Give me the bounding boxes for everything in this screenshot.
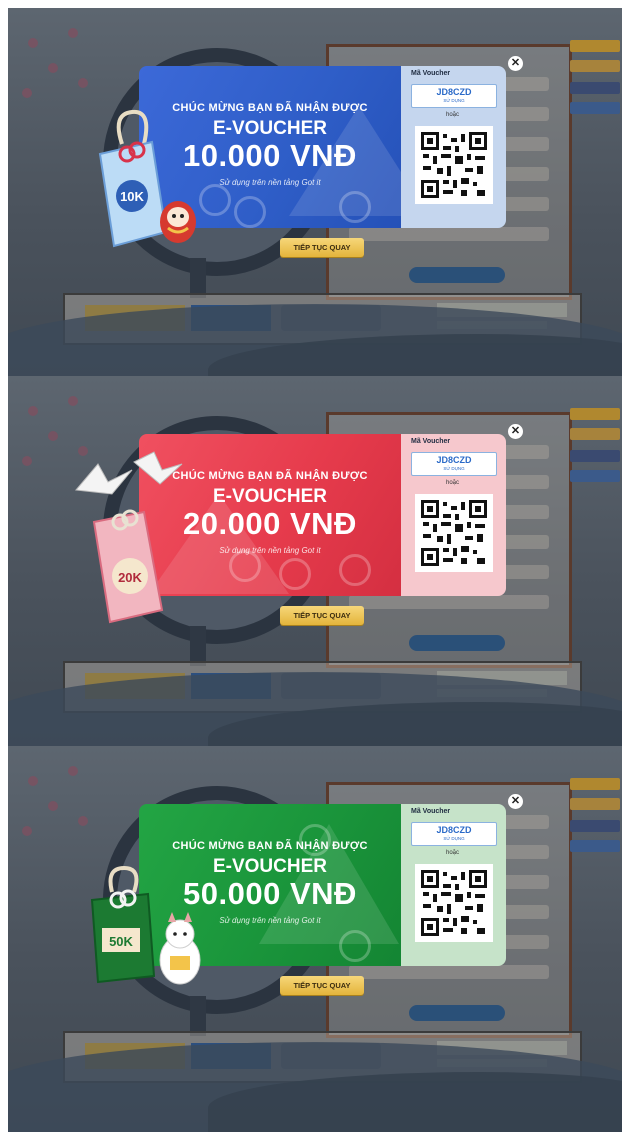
omamori-charm-10k: 10K	[98, 109, 196, 248]
voucher-code: JD8CZD	[436, 825, 472, 835]
flag	[570, 470, 620, 482]
code-label: Mã Voucher	[411, 70, 451, 77]
voucher-code-box[interactable]: JD8CZD SỬ DỤNG	[411, 84, 497, 108]
voucher-code-box[interactable]: JD8CZD SỬ DỤNG	[411, 452, 497, 476]
or-text: hoặc	[446, 112, 460, 118]
flag	[570, 798, 620, 810]
flag	[570, 102, 620, 114]
flag	[570, 82, 620, 94]
flower-pattern	[339, 554, 371, 586]
wheel-stand	[190, 996, 206, 1036]
voucher-code-panel: Mã Voucher JD8CZD SỬ DỤNG hoặc	[401, 434, 506, 596]
reward-popup-screen-20k: CHÚC MỪNG BẠN ĐÃ NHẬN ĐƯỢC E-VOUCHER 20.…	[8, 376, 622, 762]
continue-spin-button[interactable]: TIẾP TỤC QUAY	[280, 976, 364, 995]
flower-pattern	[234, 196, 266, 228]
use-code-text: SỬ DỤNG	[443, 466, 465, 471]
close-button[interactable]: ✕	[508, 56, 523, 71]
omamori-charm-50k: 50K	[90, 865, 201, 985]
qr-code-icon	[421, 500, 487, 566]
close-icon: ✕	[510, 425, 521, 437]
code-label: Mã Voucher	[411, 808, 451, 815]
flag	[570, 428, 620, 440]
flag	[570, 60, 620, 72]
voucher-code: JD8CZD	[436, 87, 472, 97]
flag	[570, 840, 620, 852]
qr-code-icon	[421, 870, 487, 936]
qr-code	[415, 864, 493, 942]
flag	[570, 450, 620, 462]
or-text: hoặc	[446, 480, 460, 486]
voucher-code: JD8CZD	[436, 455, 472, 465]
reward-popup-screen-10k: CHÚC MỪNG BẠN ĐÃ NHẬN ĐƯỢC E-VOUCHER 10.…	[8, 8, 622, 394]
flag	[570, 820, 620, 832]
flower-pattern	[199, 184, 231, 216]
or-text: hoặc	[446, 850, 460, 856]
close-icon: ✕	[510, 795, 521, 807]
flag	[570, 408, 620, 420]
qr-code	[415, 494, 493, 572]
voucher-code-box[interactable]: JD8CZD SỬ DỤNG	[411, 822, 497, 846]
code-label: Mã Voucher	[411, 438, 451, 445]
close-button[interactable]: ✕	[508, 424, 523, 439]
reward-popup-screen-50k: CHÚC MỪNG BẠN ĐÃ NHẬN ĐƯỢC E-VOUCHER 50.…	[8, 746, 622, 1132]
close-icon: ✕	[510, 57, 521, 69]
qr-code-icon	[421, 132, 487, 198]
flag	[570, 40, 620, 52]
omamori-charm-20k: 20K	[75, 451, 183, 624]
use-code-text: SỬ DỤNG	[443, 98, 465, 103]
wheel-stand	[190, 626, 206, 666]
board-button[interactable]	[409, 635, 505, 651]
voucher-code-panel: Mã Voucher JD8CZD SỬ DỤNG hoặc	[401, 804, 506, 966]
qr-code	[415, 126, 493, 204]
flag	[570, 778, 620, 790]
board-button[interactable]	[409, 1005, 505, 1021]
charm-label: 20K	[118, 570, 142, 585]
charm-label: 50K	[109, 934, 133, 949]
flower-pattern	[279, 558, 311, 590]
use-code-text: SỬ DỤNG	[443, 836, 465, 841]
voucher-card: CHÚC MỪNG BẠN ĐÃ NHẬN ĐƯỢC E-VOUCHER 20.…	[139, 434, 506, 596]
continue-spin-button[interactable]: TIẾP TỤC QUAY	[280, 238, 364, 257]
wheel-stand	[190, 258, 206, 298]
continue-spin-button[interactable]: TIẾP TỤC QUAY	[280, 606, 364, 625]
flower-pattern	[339, 930, 371, 962]
voucher-code-panel: Mã Voucher JD8CZD SỬ DỤNG hoặc	[401, 66, 506, 228]
close-button[interactable]: ✕	[508, 794, 523, 809]
congrats-text: CHÚC MỪNG BẠN ĐÃ NHẬN ĐƯỢC	[172, 840, 368, 852]
flower-pattern	[339, 191, 371, 223]
charm-label: 10K	[120, 189, 144, 204]
board-button[interactable]	[409, 267, 505, 283]
